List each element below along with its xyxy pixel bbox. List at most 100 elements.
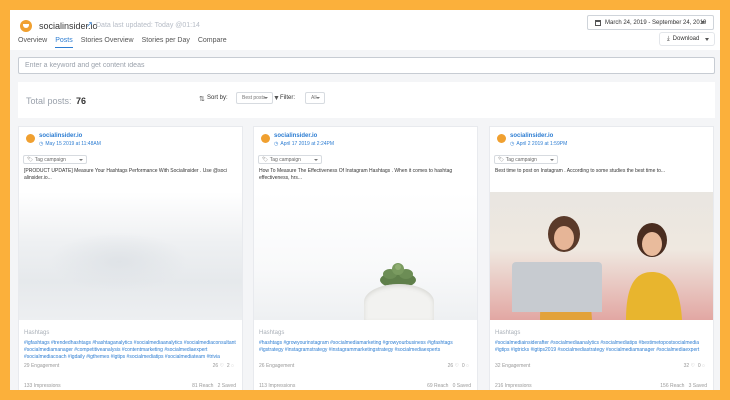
chevron-down-icon [314,159,318,161]
post-date: ◷ April 2 2019 at 1:59PM [510,141,567,147]
post-image-placeholder [490,192,713,320]
saved-count: 0 Saved [452,383,471,389]
data-updated-text: Data last updated: Today @01:14 [96,22,200,29]
comment-icon: ◌ [466,363,469,369]
engagement-count: 26 Engagement [259,363,295,369]
post-image[interactable] [19,192,242,320]
likes-comments: 26 ♡ 2 ◌ [213,363,234,369]
tab-compare[interactable]: Compare [198,37,227,48]
engagement-count: 32 Engagement [495,363,531,369]
content-ideas-search-input[interactable] [18,57,715,74]
total-posts-label: Total posts: 76 [26,96,86,106]
chevron-down-icon [550,159,554,161]
comments-count: 0 [461,363,465,369]
engagement-count: 29 Engagement [24,363,60,369]
likes-count: 26 [212,363,219,369]
date-range-text: March 24, 2019 - September 24, 2019 [605,19,707,26]
top-header: socialinsider.io ↗ Data last updated: To… [10,10,720,50]
hashtags-heading: Hashtags [259,330,285,336]
post-card[interactable]: socialinsider.io ◷ May 15 2019 at 11:48AM… [18,126,243,390]
chevron-down-icon [79,159,83,161]
avatar [26,134,35,143]
heart-icon: ♡ [454,363,460,369]
avatar [261,134,270,143]
saved-count: 3 Saved [688,383,707,389]
impressions-count: 216 Impressions [495,383,532,389]
reach-count: 69 Reach [427,383,449,389]
post-metrics-footer: 216 Impressions 156 Reach 3 Saved [495,383,707,389]
tab-posts[interactable]: Posts [55,37,73,48]
avatar [497,134,506,143]
post-caption: [PRODUCT UPDATE] Measure Your Hashtags P… [24,168,228,181]
chevron-down-icon [264,97,268,99]
plant-pot [364,284,434,320]
comment-icon: ◌ [702,363,705,369]
post-date: ◷ April 17 2019 at 2:24PM [274,141,334,147]
tag-campaign-select[interactable]: 🏷 Tag campaign [23,155,87,164]
sort-icon: ⇅ [199,96,205,103]
hashtags-list: #hashtags #growyourinstagram #socialmedi… [259,340,453,353]
post-image[interactable] [254,192,477,320]
filter-icon: ▼ [273,95,280,102]
sort-by-label: Sort by: [207,95,228,101]
post-metrics-footer: 133 Impressions 81 Reach 2 Saved [24,383,236,389]
total-posts-text: Total posts: [26,96,72,106]
socialinsider-logo-icon [20,20,32,32]
post-author[interactable]: socialinsider.io [510,133,553,139]
external-link-icon[interactable]: ↗ [86,20,93,29]
hashtags-heading: Hashtags [24,330,50,336]
heart-icon: ♡ [690,363,696,369]
clock-icon: ◷ [274,141,279,147]
chevron-down-icon [701,21,705,24]
impressions-count: 113 Impressions [259,383,296,389]
tag-campaign-select[interactable]: 🏷 Tag campaign [258,155,322,164]
tag-campaign-placeholder: Tag campaign [505,156,537,163]
tag-icon: 🏷 [262,156,269,163]
posts-summary-bar: Total posts: 76 ⇅ Sort by: Best posts ▼ … [18,82,715,118]
filter-label: Filter: [280,95,295,101]
post-card[interactable]: socialinsider.io ◷ April 17 2019 at 2:24P… [253,126,478,390]
tab-stories-per-day[interactable]: Stories per Day [142,37,190,48]
tab-stories-overview[interactable]: Stories Overview [81,37,134,48]
likes-comments: 26 ♡ 0 ◌ [448,363,469,369]
tag-icon: 🏷 [498,156,505,163]
saved-count: 2 Saved [217,383,236,389]
reach-count: 81 Reach [192,383,214,389]
post-caption: Best time to post on Instagram . Accordi… [495,168,666,174]
comments-count: 0 [697,363,701,369]
app-frame: socialinsider.io ↗ Data last updated: To… [10,10,720,390]
nav-tabs: Overview Posts Stories Overview Stories … [18,37,235,48]
sort-by-value: Best posts [242,95,266,101]
post-card[interactable]: socialinsider.io ◷ April 2 2019 at 1:59PM… [489,126,714,390]
post-date-text: April 17 2019 at 2:24PM [280,141,335,147]
post-image[interactable] [490,192,713,320]
post-date: ◷ May 15 2019 at 11:48AM [39,141,101,147]
download-button[interactable]: ⤓ Download [660,33,714,45]
tab-overview[interactable]: Overview [18,37,47,48]
tag-icon: 🏷 [27,156,34,163]
clock-icon: ◷ [510,141,515,147]
tag-campaign-placeholder: Tag campaign [34,156,66,163]
post-caption: How To Measure The Effectiveness Of Inst… [259,168,453,181]
post-metrics-footer: 113 Impressions 69 Reach 0 Saved [259,383,471,389]
post-image-placeholder [19,192,242,320]
person-illustration [626,223,682,320]
calendar-icon [595,19,601,26]
clock-icon: ◷ [39,141,44,147]
date-range-picker[interactable]: March 24, 2019 - September 24, 2019 [587,15,714,30]
comments-count: 2 [226,363,230,369]
likes-count: 26 [447,363,454,369]
tag-campaign-placeholder: Tag campaign [269,156,301,163]
reach-count: 156 Reach [660,383,685,389]
chevron-down-icon [705,38,709,41]
sort-by-select[interactable]: Best posts [236,92,273,104]
laptop-illustration [512,262,602,312]
tag-campaign-select[interactable]: 🏷 Tag campaign [494,155,558,164]
filter-select[interactable]: All [305,92,325,104]
post-date-text: April 2 2019 at 1:59PM [516,141,568,147]
post-author[interactable]: socialinsider.io [274,133,317,139]
hashtags-heading: Hashtags [495,330,521,336]
likes-comments: 32 ♡ 0 ◌ [684,363,705,369]
post-author[interactable]: socialinsider.io [39,133,82,139]
heart-icon: ♡ [219,363,225,369]
